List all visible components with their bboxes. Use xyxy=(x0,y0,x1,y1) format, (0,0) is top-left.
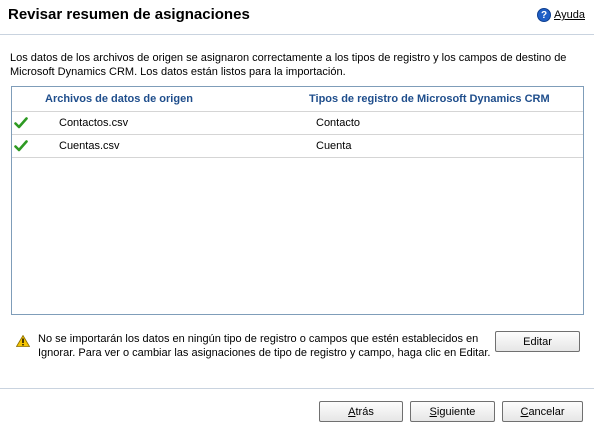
cancel-button[interactable]: Cancelar xyxy=(502,401,583,422)
green-check-icon xyxy=(14,117,28,129)
help-label: Ayuda xyxy=(554,9,585,21)
page-title: Revisar resumen de asignaciones xyxy=(8,6,250,23)
intro-text: Los datos de los archivos de origen se a… xyxy=(10,52,567,78)
back-accelerator: A xyxy=(348,405,356,418)
help-link[interactable]: ? Ayuda xyxy=(537,8,585,22)
edit-button[interactable]: Editar xyxy=(495,331,580,352)
back-label-rest: trás xyxy=(355,405,374,418)
cancel-label-rest: ancelar xyxy=(528,405,565,418)
record-type-cell: Cuenta xyxy=(316,140,352,152)
grid-header: Archivos de datos de origen Tipos de reg… xyxy=(12,87,583,112)
column-header-record-types[interactable]: Tipos de registro de Microsoft Dynamics … xyxy=(309,93,550,105)
mapping-grid: Archivos de datos de origen Tipos de reg… xyxy=(11,86,584,315)
warning-triangle-icon xyxy=(16,335,30,347)
page-header: Revisar resumen de asignaciones ? Ayuda xyxy=(0,0,594,35)
column-header-source-files[interactable]: Archivos de datos de origen xyxy=(45,93,193,105)
table-row[interactable]: Cuentas.csv Cuenta xyxy=(12,135,583,158)
next-label-rest: iguiente xyxy=(436,405,476,418)
footer-divider xyxy=(0,388,594,389)
source-file-cell: Cuentas.csv xyxy=(59,140,120,152)
table-row[interactable]: Contactos.csv Contacto xyxy=(12,112,583,135)
record-type-cell: Contacto xyxy=(316,117,361,129)
source-file-cell: Contactos.csv xyxy=(59,117,129,129)
back-button[interactable]: Atrás xyxy=(319,401,403,422)
green-check-icon xyxy=(14,140,28,152)
next-accelerator: S xyxy=(429,405,437,418)
help-question-icon: ? xyxy=(537,8,551,22)
cancel-accelerator: C xyxy=(520,405,529,418)
next-button[interactable]: Siguiente xyxy=(410,401,495,422)
warning-text: No se importarán los datos en ningún tip… xyxy=(38,333,491,359)
